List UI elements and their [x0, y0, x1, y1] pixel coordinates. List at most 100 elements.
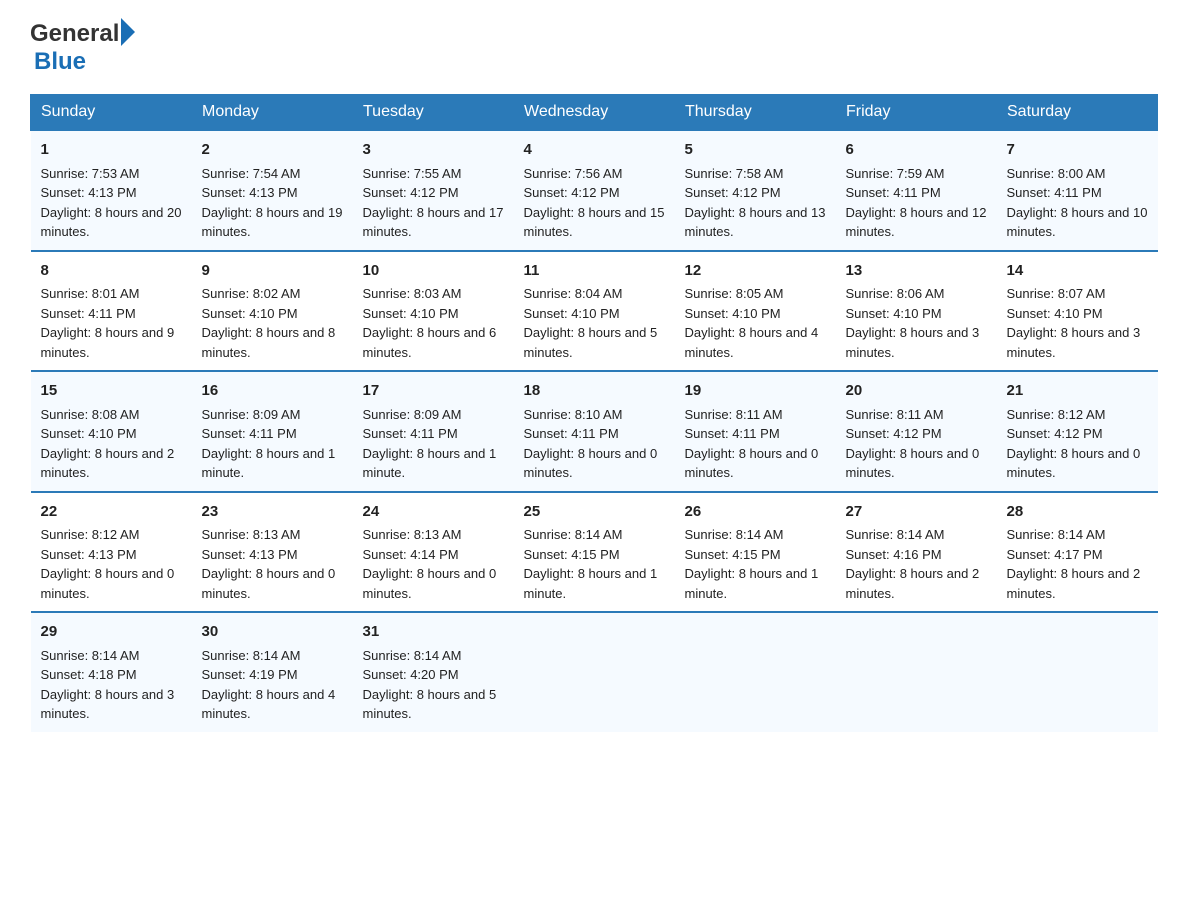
sunrise-info: Sunrise: 7:54 AM: [202, 164, 343, 184]
day-number: 23: [202, 501, 343, 524]
daylight-info: Daylight: 8 hours and 1 minute.: [524, 564, 665, 603]
calendar-cell-w2-d2: 10 Sunrise: 8:03 AM Sunset: 4:10 PM Dayl…: [353, 251, 514, 372]
day-number: 2: [202, 139, 343, 162]
sunrise-info: Sunrise: 8:08 AM: [41, 405, 182, 425]
day-number: 14: [1007, 260, 1148, 283]
sunset-info: Sunset: 4:11 PM: [202, 424, 343, 444]
calendar-cell-w2-d4: 12 Sunrise: 8:05 AM Sunset: 4:10 PM Dayl…: [675, 251, 836, 372]
day-number: 24: [363, 501, 504, 524]
sunset-info: Sunset: 4:15 PM: [524, 545, 665, 565]
sunrise-info: Sunrise: 8:09 AM: [363, 405, 504, 425]
day-number: 13: [846, 260, 987, 283]
week-row-2: 8 Sunrise: 8:01 AM Sunset: 4:11 PM Dayli…: [31, 251, 1158, 372]
calendar-cell-w3-d2: 17 Sunrise: 8:09 AM Sunset: 4:11 PM Dayl…: [353, 371, 514, 492]
day-number: 31: [363, 621, 504, 644]
day-number: 25: [524, 501, 665, 524]
daylight-info: Daylight: 8 hours and 1 minute.: [685, 564, 826, 603]
sunrise-info: Sunrise: 8:14 AM: [1007, 525, 1148, 545]
day-number: 22: [41, 501, 182, 524]
sunset-info: Sunset: 4:18 PM: [41, 665, 182, 685]
sunset-info: Sunset: 4:13 PM: [41, 545, 182, 565]
daylight-info: Daylight: 8 hours and 15 minutes.: [524, 203, 665, 242]
calendar-cell-w4-d0: 22 Sunrise: 8:12 AM Sunset: 4:13 PM Dayl…: [31, 492, 192, 613]
weekday-header-saturday: Saturday: [997, 95, 1158, 131]
day-number: 26: [685, 501, 826, 524]
calendar-cell-w5-d0: 29 Sunrise: 8:14 AM Sunset: 4:18 PM Dayl…: [31, 612, 192, 732]
daylight-info: Daylight: 8 hours and 3 minutes.: [41, 685, 182, 724]
daylight-info: Daylight: 8 hours and 0 minutes.: [846, 444, 987, 483]
daylight-info: Daylight: 8 hours and 13 minutes.: [685, 203, 826, 242]
sunrise-info: Sunrise: 8:11 AM: [846, 405, 987, 425]
sunset-info: Sunset: 4:10 PM: [846, 304, 987, 324]
sunset-info: Sunset: 4:11 PM: [846, 183, 987, 203]
day-number: 11: [524, 260, 665, 283]
weekday-header-sunday: Sunday: [31, 95, 192, 131]
day-number: 12: [685, 260, 826, 283]
day-number: 5: [685, 139, 826, 162]
week-row-4: 22 Sunrise: 8:12 AM Sunset: 4:13 PM Dayl…: [31, 492, 1158, 613]
sunrise-info: Sunrise: 7:58 AM: [685, 164, 826, 184]
sunrise-info: Sunrise: 7:55 AM: [363, 164, 504, 184]
daylight-info: Daylight: 8 hours and 3 minutes.: [1007, 323, 1148, 362]
sunset-info: Sunset: 4:19 PM: [202, 665, 343, 685]
calendar-cell-w1-d4: 5 Sunrise: 7:58 AM Sunset: 4:12 PM Dayli…: [675, 130, 836, 251]
day-number: 19: [685, 380, 826, 403]
sunrise-info: Sunrise: 8:12 AM: [1007, 405, 1148, 425]
weekday-header-thursday: Thursday: [675, 95, 836, 131]
daylight-info: Daylight: 8 hours and 0 minutes.: [202, 564, 343, 603]
day-number: 3: [363, 139, 504, 162]
calendar-cell-w5-d3: [514, 612, 675, 732]
daylight-info: Daylight: 8 hours and 4 minutes.: [202, 685, 343, 724]
calendar-cell-w1-d2: 3 Sunrise: 7:55 AM Sunset: 4:12 PM Dayli…: [353, 130, 514, 251]
calendar-cell-w4-d4: 26 Sunrise: 8:14 AM Sunset: 4:15 PM Dayl…: [675, 492, 836, 613]
sunset-info: Sunset: 4:12 PM: [1007, 424, 1148, 444]
sunset-info: Sunset: 4:12 PM: [685, 183, 826, 203]
week-row-5: 29 Sunrise: 8:14 AM Sunset: 4:18 PM Dayl…: [31, 612, 1158, 732]
daylight-info: Daylight: 8 hours and 2 minutes.: [41, 444, 182, 483]
sunset-info: Sunset: 4:11 PM: [363, 424, 504, 444]
sunset-info: Sunset: 4:11 PM: [524, 424, 665, 444]
daylight-info: Daylight: 8 hours and 8 minutes.: [202, 323, 343, 362]
day-number: 10: [363, 260, 504, 283]
sunset-info: Sunset: 4:20 PM: [363, 665, 504, 685]
sunrise-info: Sunrise: 8:14 AM: [685, 525, 826, 545]
day-number: 8: [41, 260, 182, 283]
logo-triangle-icon: [121, 18, 135, 46]
daylight-info: Daylight: 8 hours and 0 minutes.: [41, 564, 182, 603]
weekday-header-wednesday: Wednesday: [514, 95, 675, 131]
calendar-cell-w3-d5: 20 Sunrise: 8:11 AM Sunset: 4:12 PM Dayl…: [836, 371, 997, 492]
sunset-info: Sunset: 4:17 PM: [1007, 545, 1148, 565]
sunset-info: Sunset: 4:10 PM: [363, 304, 504, 324]
sunrise-info: Sunrise: 8:05 AM: [685, 284, 826, 304]
sunset-info: Sunset: 4:13 PM: [202, 183, 343, 203]
sunset-info: Sunset: 4:12 PM: [524, 183, 665, 203]
calendar-cell-w2-d6: 14 Sunrise: 8:07 AM Sunset: 4:10 PM Dayl…: [997, 251, 1158, 372]
sunrise-info: Sunrise: 8:14 AM: [363, 646, 504, 666]
weekday-header-monday: Monday: [192, 95, 353, 131]
sunset-info: Sunset: 4:12 PM: [363, 183, 504, 203]
daylight-info: Daylight: 8 hours and 9 minutes.: [41, 323, 182, 362]
sunrise-info: Sunrise: 7:56 AM: [524, 164, 665, 184]
sunset-info: Sunset: 4:14 PM: [363, 545, 504, 565]
sunset-info: Sunset: 4:11 PM: [1007, 183, 1148, 203]
day-number: 1: [41, 139, 182, 162]
day-number: 21: [1007, 380, 1148, 403]
sunrise-info: Sunrise: 8:12 AM: [41, 525, 182, 545]
daylight-info: Daylight: 8 hours and 12 minutes.: [846, 203, 987, 242]
daylight-info: Daylight: 8 hours and 0 minutes.: [1007, 444, 1148, 483]
daylight-info: Daylight: 8 hours and 5 minutes.: [363, 685, 504, 724]
calendar-cell-w5-d4: [675, 612, 836, 732]
sunrise-info: Sunrise: 8:11 AM: [685, 405, 826, 425]
calendar-cell-w4-d5: 27 Sunrise: 8:14 AM Sunset: 4:16 PM Dayl…: [836, 492, 997, 613]
calendar-cell-w1-d0: 1 Sunrise: 7:53 AM Sunset: 4:13 PM Dayli…: [31, 130, 192, 251]
sunset-info: Sunset: 4:13 PM: [202, 545, 343, 565]
logo: General Blue: [30, 20, 135, 76]
sunset-info: Sunset: 4:12 PM: [846, 424, 987, 444]
day-number: 18: [524, 380, 665, 403]
calendar-cell-w3-d0: 15 Sunrise: 8:08 AM Sunset: 4:10 PM Dayl…: [31, 371, 192, 492]
sunrise-info: Sunrise: 8:00 AM: [1007, 164, 1148, 184]
day-number: 16: [202, 380, 343, 403]
daylight-info: Daylight: 8 hours and 0 minutes.: [524, 444, 665, 483]
day-number: 7: [1007, 139, 1148, 162]
calendar-cell-w3-d3: 18 Sunrise: 8:10 AM Sunset: 4:11 PM Dayl…: [514, 371, 675, 492]
